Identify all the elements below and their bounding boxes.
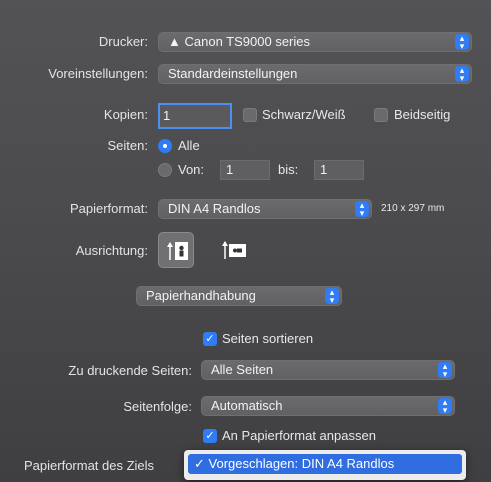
scale-to-fit-label: An Papierformat anpassen <box>222 428 376 443</box>
copies-label: Kopien: <box>103 107 148 122</box>
bw-checkbox[interactable] <box>243 108 257 122</box>
stepper-icon: ▴ ▾ <box>455 34 469 51</box>
presets-popup[interactable]: Standardeinstellungen ▴ ▾ <box>158 64 472 84</box>
collate-label: Seiten sortieren <box>222 331 314 346</box>
pages-to-label: bis: <box>278 162 299 177</box>
paper-dimensions: 210 x 297 mm <box>381 203 445 214</box>
dest-paper-menu: ✓ Vorgeschlagen: DIN A4 Randlos <box>184 450 466 480</box>
pages-to-print-value: Alle Seiten <box>211 362 274 377</box>
pages-all-label: Alle <box>178 138 200 153</box>
collate-checkbox[interactable]: ✓ <box>203 332 217 346</box>
stepper-icon: ▴ ▾ <box>438 362 452 379</box>
bw-label: Schwarz/Weiß <box>262 107 346 122</box>
warning-icon: ▲ <box>168 34 185 49</box>
stepper-icon: ▴ ▾ <box>355 201 369 218</box>
stepper-icon: ▴ ▾ <box>438 398 452 415</box>
pages-to-field[interactable]: 1 <box>314 160 364 180</box>
presets-value: Standardeinstellungen <box>168 66 298 81</box>
stepper-icon: ▴ ▾ <box>325 288 339 305</box>
pages-to-print-label: Zu druckende Seiten: <box>68 363 192 378</box>
pages-all-radio[interactable] <box>158 139 172 153</box>
pages-to-print-popup[interactable]: Alle Seiten ▴ ▾ <box>201 360 455 380</box>
pages-from-field[interactable]: 1 <box>220 160 270 180</box>
paper-size-label: Papierformat: <box>69 201 148 216</box>
section-popup[interactable]: Papierhandhabung ▴ ▾ <box>136 286 342 306</box>
scale-to-fit-checkbox[interactable]: ✓ <box>203 429 217 443</box>
landscape-button[interactable] <box>214 232 250 268</box>
duplex-label: Beidseitig <box>394 107 451 122</box>
duplex-checkbox[interactable] <box>374 108 388 122</box>
paper-size-value: DIN A4 Randlos <box>168 201 261 216</box>
paper-size-popup[interactable]: DIN A4 Randlos ▴ ▾ <box>158 199 372 219</box>
portrait-button[interactable] <box>158 232 194 268</box>
dest-paper-menu-item[interactable]: ✓ Vorgeschlagen: DIN A4 Randlos <box>188 454 462 474</box>
copies-field[interactable]: 1 <box>158 103 232 129</box>
landscape-icon <box>222 241 246 259</box>
pages-label: Seiten: <box>107 138 148 153</box>
page-order-popup[interactable]: Automatisch ▴ ▾ <box>201 396 455 416</box>
presets-label: Voreinstellungen: <box>48 66 148 81</box>
pages-from-label: Von: <box>178 162 205 177</box>
printer-value: Canon TS9000 series <box>184 34 310 49</box>
print-dialog: Drucker: ▲ Canon TS9000 series ▴ ▾ Vorein… <box>0 0 491 482</box>
printer-popup[interactable]: ▲ Canon TS9000 series ▴ ▾ <box>158 32 472 52</box>
stepper-icon: ▴ ▾ <box>455 66 469 83</box>
section-value: Papierhandhabung <box>146 288 256 303</box>
printer-label: Drucker: <box>98 34 148 49</box>
portrait-icon <box>167 242 188 260</box>
orientation-label: Ausrichtung: <box>75 243 148 258</box>
page-order-label: Seitenfolge: <box>123 399 192 414</box>
dest-paper-label: Papierformat des Ziels <box>24 458 155 473</box>
page-order-value: Automatisch <box>211 398 283 413</box>
pages-range-radio[interactable] <box>158 163 172 177</box>
